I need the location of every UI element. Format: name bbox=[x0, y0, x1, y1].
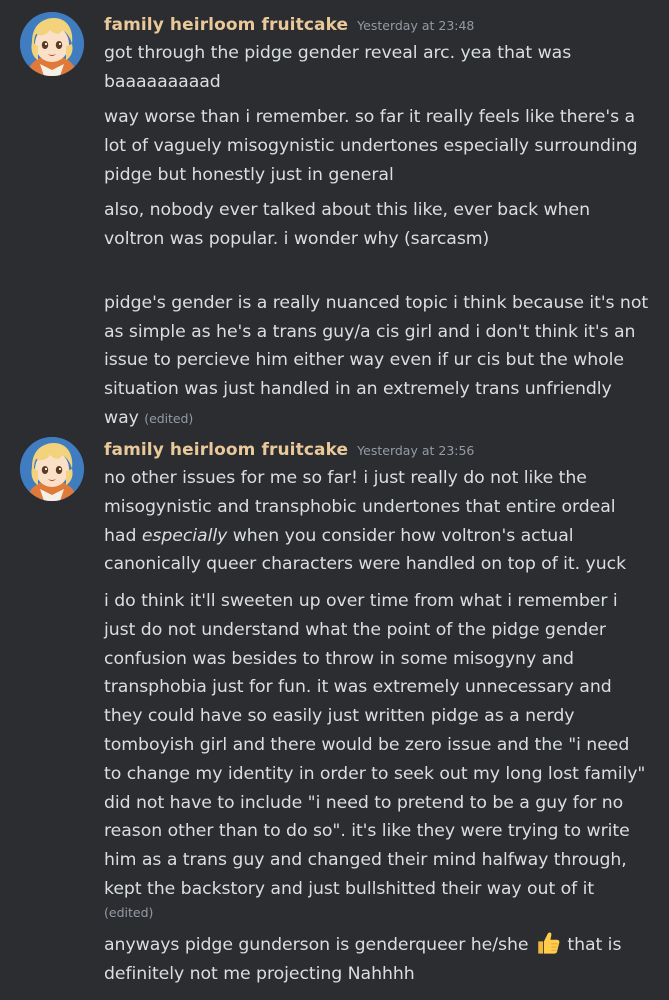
timestamp: Yesterday at 23:48 bbox=[357, 18, 475, 33]
message-text: got through the pidge gender reveal arc.… bbox=[104, 43, 572, 92]
edited-label: (edited) bbox=[144, 410, 194, 426]
avatar-image bbox=[20, 12, 84, 76]
avatar-image bbox=[20, 437, 84, 501]
message-text: pidge's gender is a really nuanced topic… bbox=[104, 292, 649, 428]
message-header: family heirloom fruitcake Yesterday at 23… bbox=[104, 440, 474, 460]
message-header: family heirloom fruitcake Yesterday at 23… bbox=[104, 15, 474, 35]
edited-label: (edited) bbox=[104, 905, 154, 920]
username[interactable]: family heirloom fruitcake bbox=[104, 440, 348, 460]
message-emphasis: especially bbox=[141, 525, 228, 546]
message-text: anyways pidge gunderson is genderqueer h… bbox=[104, 935, 529, 955]
username[interactable]: family heirloom fruitcake bbox=[104, 15, 348, 35]
user-avatar[interactable] bbox=[20, 12, 84, 76]
message-item: no other issues for me so far! i just re… bbox=[104, 464, 652, 579]
user-avatar[interactable] bbox=[20, 437, 84, 501]
message-text: way worse than i remember. so far it rea… bbox=[104, 107, 638, 185]
chat-messages: family heirloom fruitcake Yesterday at 23… bbox=[0, 0, 669, 1000]
message-text: i do think it'll sweeten up over time fr… bbox=[104, 591, 646, 899]
timestamp: Yesterday at 23:56 bbox=[357, 443, 475, 458]
message-item: pidge's gender is a really nuanced topic… bbox=[104, 260, 652, 434]
message-text: also, nobody ever talked about this like… bbox=[104, 200, 590, 249]
message-item: anyways pidge gunderson is genderqueer h… bbox=[104, 930, 652, 989]
thumbs-up-icon[interactable] bbox=[535, 930, 561, 956]
